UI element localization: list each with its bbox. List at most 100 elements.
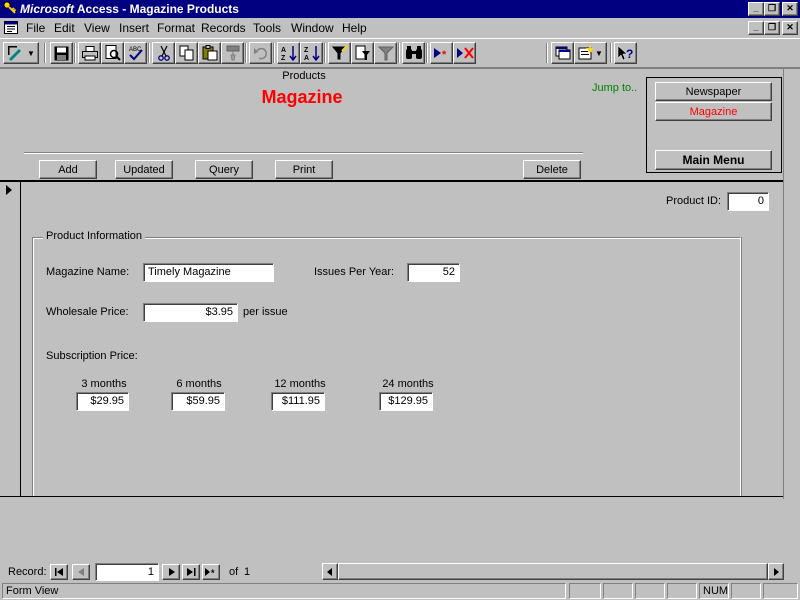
subscription-3-months-field[interactable]: $29.95	[76, 392, 129, 411]
record-selector-column	[0, 182, 21, 497]
toolbar-separator	[324, 43, 326, 63]
toolbar-separator	[546, 43, 548, 63]
previous-record-button[interactable]	[72, 564, 90, 580]
help-icon[interactable]: ?	[614, 42, 637, 64]
menu-view[interactable]: View	[84, 21, 110, 35]
scroll-thumb[interactable]	[338, 563, 768, 580]
detail-bottom-border	[0, 496, 784, 497]
magazine-name-label: Magazine Name:	[46, 266, 130, 278]
filter-by-selection-icon[interactable]	[328, 42, 351, 64]
status-mode: Form View	[2, 583, 566, 599]
form-title: Magazine	[261, 87, 343, 107]
main-menu-button[interactable]: Main Menu	[655, 150, 772, 170]
new-record-icon[interactable]: *	[430, 42, 453, 64]
updated-button[interactable]: Updated	[115, 160, 173, 179]
subscription-24-months-label: 24 months	[382, 378, 434, 390]
scroll-left-button[interactable]	[322, 563, 338, 580]
filter-by-form-icon[interactable]	[351, 42, 374, 64]
record-of-label: of	[229, 566, 239, 578]
menu-insert[interactable]: Insert	[119, 21, 149, 35]
title-brand: Microsoft	[20, 2, 74, 16]
svg-text:Z: Z	[304, 47, 309, 54]
new-record-nav-button[interactable]: *	[202, 564, 220, 580]
magazine-name-field[interactable]: Timely Magazine	[143, 263, 274, 282]
restore-button[interactable]: ❐	[764, 2, 780, 16]
record-label: Record:	[8, 566, 47, 578]
subscription-24-months-field[interactable]: $129.95	[379, 392, 433, 411]
query-button[interactable]: Query	[195, 160, 253, 179]
undo-icon[interactable]	[249, 42, 272, 64]
sort-descending-icon[interactable]: ZA	[300, 42, 323, 64]
menu-help[interactable]: Help	[342, 21, 367, 35]
subscription-price-label: Subscription Price:	[46, 350, 138, 362]
menu-window[interactable]: Window	[291, 21, 334, 35]
detail-section: Product ID: 0 Product Information Magazi…	[21, 182, 784, 497]
record-total: 1	[244, 566, 251, 578]
access-key-icon[interactable]	[3, 1, 17, 15]
print-preview-icon[interactable]	[101, 42, 124, 64]
print-button[interactable]: Print	[275, 160, 333, 179]
subscription-6-months-field[interactable]: $59.95	[171, 392, 225, 411]
status-panel-2	[603, 583, 633, 599]
menu-edit[interactable]: Edit	[54, 21, 75, 35]
wholesale-price-field[interactable]: $3.95	[143, 303, 238, 322]
close-button[interactable]: ✕	[782, 2, 798, 16]
issues-per-year-field[interactable]: 52	[407, 263, 460, 282]
jump-to-label: Jump to..	[592, 82, 638, 94]
paste-icon[interactable]	[198, 42, 221, 64]
record-selector[interactable]	[4, 184, 18, 198]
toolbar: ▼ ABC AZ ZA * ▼ ?	[0, 38, 800, 68]
title-bar[interactable]: Microsoft Access - Magazine Products _ ❐…	[0, 0, 800, 18]
svg-text:A: A	[281, 47, 286, 54]
save-icon[interactable]	[50, 42, 73, 64]
menu-tools[interactable]: Tools	[253, 21, 281, 35]
menu-format[interactable]: Format	[157, 21, 195, 35]
format-painter-icon[interactable]	[221, 42, 244, 64]
status-panel-3	[635, 583, 665, 599]
subscription-6-months-label: 6 months	[176, 378, 222, 390]
wholesale-price-label: Wholesale Price:	[46, 306, 129, 318]
doc-minimize-button[interactable]: _	[748, 21, 764, 35]
menu-records[interactable]: Records	[201, 21, 246, 35]
status-panel-1	[569, 583, 601, 599]
form-view-icon[interactable]: ▼	[3, 42, 39, 64]
doc-restore-button[interactable]: ❐	[764, 21, 780, 35]
cut-icon[interactable]	[152, 42, 175, 64]
svg-text:*: *	[211, 568, 215, 576]
status-bar: Form View NUM	[0, 582, 800, 600]
first-record-button[interactable]	[50, 564, 68, 580]
horizontal-scrollbar[interactable]	[322, 563, 784, 580]
last-record-button[interactable]	[182, 564, 200, 580]
apply-filter-icon[interactable]	[374, 42, 397, 64]
newspaper-button[interactable]: Newspaper	[655, 82, 772, 101]
minimize-button[interactable]: _	[748, 2, 764, 16]
svg-text:A: A	[304, 55, 309, 61]
toolbar-separator	[426, 43, 428, 63]
next-record-button[interactable]	[162, 564, 180, 580]
issues-per-year-label: Issues Per Year:	[314, 266, 395, 278]
product-id-field[interactable]: 0	[727, 192, 769, 211]
copy-icon[interactable]	[175, 42, 198, 64]
form-caption: Products	[282, 70, 326, 82]
sort-ascending-icon[interactable]: AZ	[277, 42, 300, 64]
status-panel-7	[763, 583, 798, 599]
menu-file[interactable]: File	[26, 21, 45, 35]
doc-close-button[interactable]: ✕	[782, 21, 798, 35]
database-window-icon[interactable]	[551, 42, 574, 64]
delete-record-icon[interactable]	[453, 42, 476, 64]
print-icon[interactable]	[78, 42, 101, 64]
spelling-icon[interactable]: ABC	[124, 42, 147, 64]
status-panel-6	[731, 583, 761, 599]
current-record-field[interactable]: 1	[95, 563, 159, 581]
add-button[interactable]: Add	[39, 160, 97, 179]
find-icon[interactable]	[402, 42, 425, 64]
document-control-icon[interactable]	[4, 21, 18, 34]
delete-button[interactable]: Delete	[523, 160, 581, 179]
product-info-group-label: Product Information	[43, 230, 145, 242]
subscription-12-months-field[interactable]: $111.95	[271, 392, 325, 411]
menu-bar: File Edit View Insert Format Records Too…	[0, 18, 800, 38]
header-divider	[24, 152, 583, 154]
magazine-button[interactable]: Magazine	[655, 102, 772, 121]
scroll-right-button[interactable]	[768, 563, 784, 580]
new-object-icon[interactable]: ▼	[574, 42, 607, 64]
